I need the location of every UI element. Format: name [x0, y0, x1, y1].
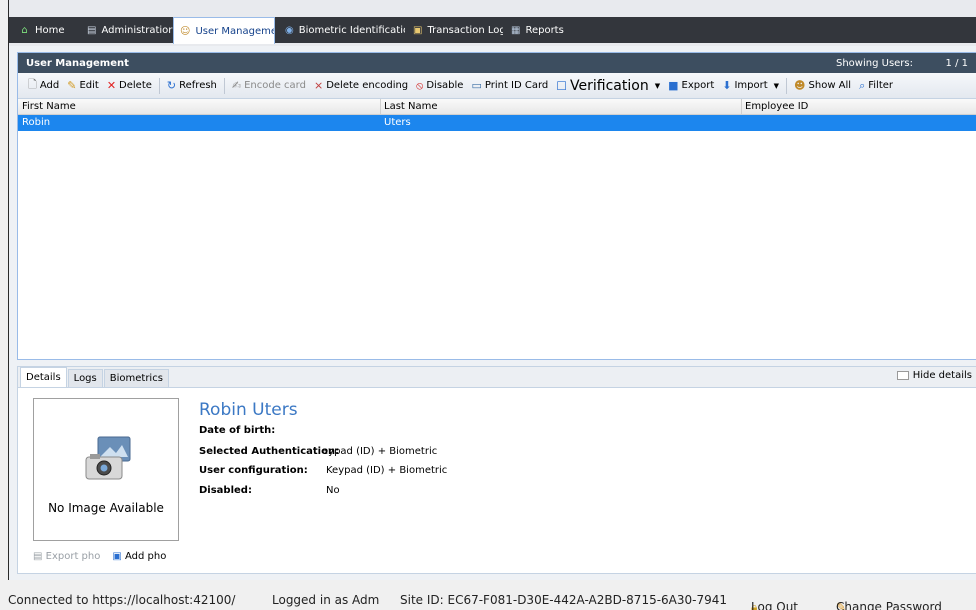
- column-last-name[interactable]: Last Name: [384, 101, 438, 112]
- toolbar: 🗋 Add ✎ Edit ✕ Delete ↻ Refresh ✍ Encode…: [18, 73, 976, 99]
- details-panel: Details Logs Biometrics Hide details No …: [17, 366, 976, 574]
- photo-frame: No Image Available: [33, 398, 179, 541]
- import-dropdown[interactable]: ⬇ Import ▼: [718, 76, 783, 96]
- delete-icon: ✕: [106, 79, 117, 92]
- refresh-icon: ↻: [166, 79, 177, 92]
- field-date-of-birth: Date of birth:: [199, 425, 276, 436]
- delete-encoding-icon: ⨯: [313, 79, 324, 92]
- add-photo-icon: ▣: [112, 551, 122, 562]
- admin-icon: ▤: [87, 25, 97, 36]
- showing-users-count: 1 / 1: [945, 57, 968, 69]
- users-icon: ☺: [180, 25, 191, 37]
- save-icon: ■: [668, 79, 679, 92]
- camera-photo-icon: [85, 436, 131, 480]
- add-photo-button[interactable]: ▣ Add pho: [112, 551, 166, 562]
- hide-details-button[interactable]: Hide details: [896, 370, 972, 381]
- tab-administration[interactable]: ▤ Administratior: [81, 18, 173, 43]
- site-id: Site ID: EC67-F081-D30E-442A-A2BD-8715-6…: [400, 593, 728, 607]
- export-button[interactable]: ■ Export: [664, 76, 718, 96]
- disable-button[interactable]: ⦸ Disable: [412, 76, 467, 96]
- home-icon: ⌂: [21, 25, 28, 36]
- column-first-name[interactable]: First Name: [22, 101, 76, 112]
- cell-last-name: Uters: [384, 117, 411, 128]
- no-image-label: No Image Available: [48, 501, 164, 515]
- tab-biometric-identification[interactable]: ◉ Biometric Identificatic: [279, 18, 405, 43]
- tab-administration-label: Administratior: [101, 25, 173, 36]
- column-employee-id[interactable]: Employee ID: [745, 101, 808, 112]
- panel-title: User Management: [26, 57, 129, 69]
- tab-details[interactable]: Details: [20, 367, 67, 387]
- encode-card-button[interactable]: ✍ Encode card: [228, 76, 310, 96]
- fingerprint-icon: ◉: [285, 25, 294, 36]
- tab-biometric-label: Biometric Identificatic: [298, 25, 405, 36]
- details-tab-strip: Details Logs Biometrics Hide details: [18, 367, 976, 388]
- tab-home[interactable]: ⌂ Home: [13, 18, 77, 43]
- chevron-down-icon: ▼: [773, 81, 780, 90]
- user-management-panel: User Management Showing Users: 1 / 1 🗋 A…: [17, 52, 976, 360]
- monitor-icon: ☐: [556, 78, 568, 93]
- filter-button[interactable]: ⌕ Filter: [855, 76, 897, 96]
- field-user-configuration: User configuration: Keypad (ID) + Biomet…: [199, 465, 448, 476]
- disable-icon: ⦸: [416, 78, 424, 92]
- import-arrow-icon: ⬇: [722, 79, 732, 92]
- new-document-icon: 🗋: [28, 78, 37, 91]
- show-all-button[interactable]: ☻ Show All: [790, 76, 855, 96]
- id-card-icon: ▭: [471, 79, 482, 92]
- add-button[interactable]: 🗋 Add: [24, 76, 63, 96]
- export-photo-button[interactable]: ▤ Export pho: [33, 551, 100, 562]
- user-full-name: Robin Uters: [199, 400, 298, 420]
- log-icon: ▣: [413, 25, 423, 36]
- showing-users-label: Showing Users:: [836, 57, 913, 69]
- table-row[interactable]: Robin Uters: [18, 115, 976, 131]
- users-group-icon: ☻: [794, 79, 806, 92]
- print-id-card-button[interactable]: ▭ Print ID Card: [467, 76, 552, 96]
- field-disabled: Disabled: No: [199, 485, 340, 496]
- delete-encoding-button[interactable]: ⨯ Delete encoding: [310, 76, 412, 96]
- app-window: ⌂ Home ▤ Administratior ☺ User Managemen…: [8, 0, 976, 580]
- tab-biometrics[interactable]: Biometrics: [103, 369, 169, 387]
- panel-header: User Management Showing Users: 1 / 1: [18, 53, 976, 73]
- edit-icon: ✎: [67, 79, 77, 92]
- tab-user-management-label: User Managemen: [195, 25, 275, 37]
- edit-button[interactable]: ✎ Edit: [63, 76, 103, 96]
- verification-dropdown[interactable]: ☐ Verification ▼: [552, 76, 664, 96]
- logged-in-status: Logged in as Adm: [272, 593, 380, 607]
- field-selected-authentication: Selected Authentication: eypad (ID) + Bi…: [199, 446, 438, 457]
- tab-transaction-log-label: Transaction Log: [427, 25, 503, 36]
- connection-status: Connected to https://localhost:42100/: [8, 593, 236, 607]
- hide-details-icon: [896, 371, 909, 380]
- refresh-button[interactable]: ↻ Refresh: [163, 76, 221, 96]
- tab-reports[interactable]: ▦ Reports: [505, 18, 569, 43]
- delete-button[interactable]: ✕ Delete: [103, 76, 156, 96]
- tab-home-label: Home: [35, 25, 65, 36]
- tab-transaction-log[interactable]: ▣ Transaction Log: [407, 18, 503, 43]
- tab-reports-label: Reports: [525, 25, 564, 36]
- grid-header: First Name Last Name Employee ID: [18, 99, 976, 115]
- reports-icon: ▦: [511, 25, 521, 36]
- photo-actions: ▤ Export pho ▣ Add pho: [33, 551, 166, 562]
- tab-logs[interactable]: Logs: [67, 369, 103, 387]
- encode-card-icon: ✍: [231, 79, 242, 92]
- search-icon: ⌕: [859, 78, 866, 92]
- top-navigation: ⌂ Home ▤ Administratior ☺ User Managemen…: [9, 0, 976, 46]
- cell-first-name: Robin: [22, 117, 51, 128]
- chevron-down-icon: ▼: [654, 81, 661, 90]
- status-bar: Connected to https://localhost:42100/ Lo…: [0, 590, 976, 610]
- tab-user-management[interactable]: ☺ User Managemen: [173, 17, 275, 44]
